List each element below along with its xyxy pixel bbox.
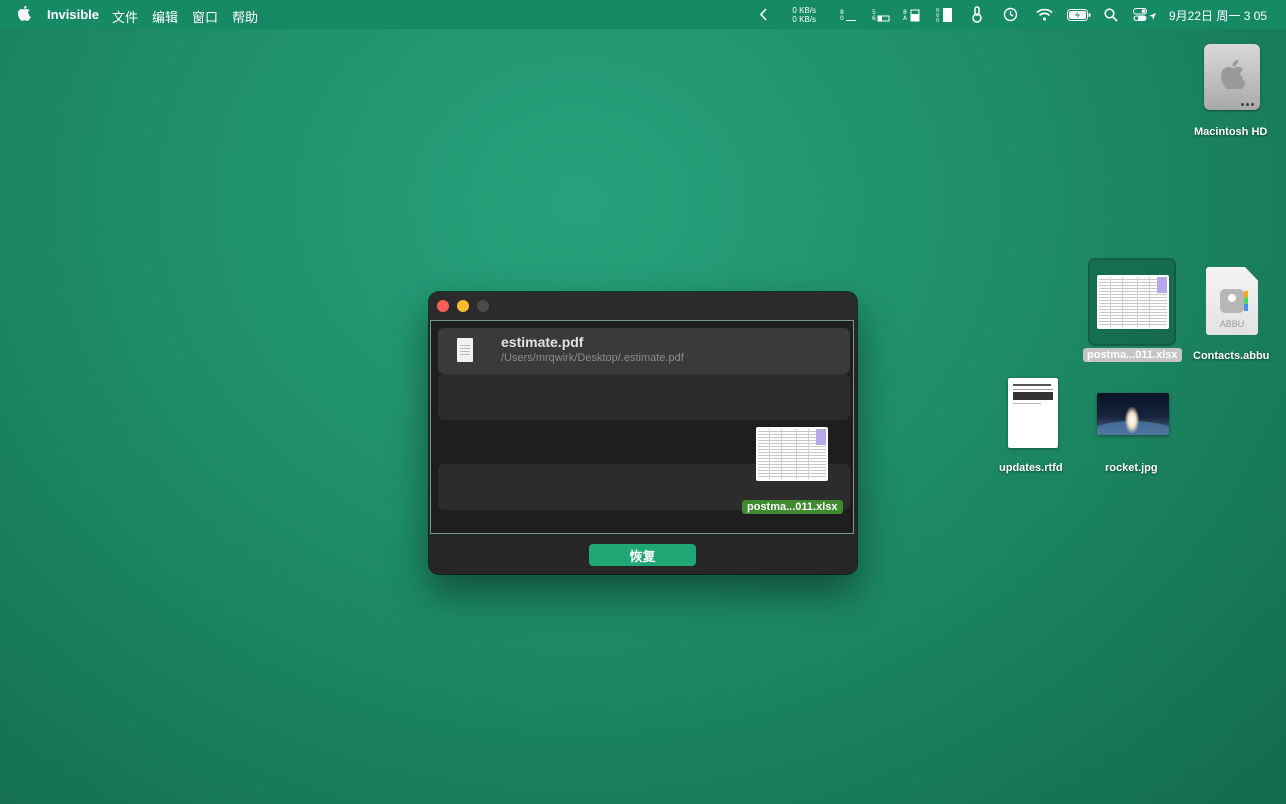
desktop-icon-label: Contacts.abbu bbox=[1193, 350, 1270, 362]
svg-text:6: 6 bbox=[872, 15, 876, 22]
window-footer: 恢复 bbox=[429, 536, 857, 574]
close-button[interactable] bbox=[437, 300, 449, 312]
apple-logo-icon bbox=[1221, 59, 1245, 89]
file-name: estimate.pdf bbox=[501, 334, 584, 350]
menu-app-name[interactable]: Invisible bbox=[47, 7, 99, 22]
wifi-icon[interactable] bbox=[1036, 8, 1053, 21]
chevron-left-icon[interactable] bbox=[759, 8, 769, 21]
svg-text:0: 0 bbox=[936, 18, 939, 23]
disk-stat-icon[interactable]: 8A bbox=[903, 7, 921, 23]
abbu-badge-text: ABBU bbox=[1219, 319, 1245, 329]
dragged-file-thumbnail-icon bbox=[756, 427, 828, 481]
list-item-empty[interactable] bbox=[438, 374, 850, 420]
contacts-archive-icon: ABBU bbox=[1206, 267, 1258, 335]
search-icon[interactable] bbox=[1104, 8, 1118, 22]
invisible-window: estimate.pdf /Users/mrqwirk/Desktop/.est… bbox=[429, 292, 857, 574]
temperature-icon[interactable] bbox=[971, 6, 983, 23]
minimize-button[interactable] bbox=[457, 300, 469, 312]
battery-stat-icon[interactable]: 000 bbox=[936, 6, 954, 23]
pdf-file-icon bbox=[457, 338, 473, 362]
hard-drive-icon bbox=[1204, 44, 1260, 110]
zoom-button[interactable] bbox=[477, 300, 489, 312]
menu-window[interactable]: 窗口 bbox=[192, 7, 218, 26]
network-speed[interactable]: 0 KB/s 0 KB/s bbox=[784, 6, 816, 24]
menu-file[interactable]: 文件 bbox=[112, 7, 138, 26]
spreadsheet-thumbnail-icon bbox=[1097, 275, 1169, 329]
svg-text:0: 0 bbox=[840, 15, 844, 22]
restore-button[interactable]: 恢复 bbox=[589, 544, 696, 566]
file-path: /Users/mrqwirk/Desktop/.estimate.pdf bbox=[501, 352, 684, 364]
image-thumbnail-icon bbox=[1097, 393, 1169, 435]
menu-bar: Invisible 文件 编辑 窗口 帮助 0 KB/s 0 KB/s 80 5… bbox=[0, 0, 1286, 29]
menu-edit[interactable]: 编辑 bbox=[152, 7, 178, 26]
menubar-clock[interactable]: 9月22日 周一 3 05 bbox=[1169, 7, 1267, 24]
desktop-icon-label: rocket.jpg bbox=[1105, 462, 1158, 474]
apple-icon[interactable] bbox=[17, 6, 31, 22]
time-machine-icon[interactable] bbox=[1003, 7, 1018, 22]
control-center-icon[interactable] bbox=[1133, 8, 1157, 22]
desktop-icon-label: Macintosh HD bbox=[1194, 126, 1268, 138]
svg-text:A: A bbox=[903, 15, 908, 22]
cpu-stat-icon[interactable]: 80 bbox=[839, 7, 857, 23]
list-item[interactable]: estimate.pdf /Users/mrqwirk/Desktop/.est… bbox=[438, 328, 850, 374]
dragged-file-label: postma...011.xlsx bbox=[742, 500, 843, 514]
memory-stat-icon[interactable]: 56 bbox=[871, 7, 891, 23]
desktop-icon-label: updates.rtfd bbox=[999, 462, 1063, 474]
desktop-icon-label: postma...011.xlsx bbox=[1083, 348, 1182, 362]
menu-help[interactable]: 帮助 bbox=[232, 7, 258, 26]
hidden-files-list[interactable]: estimate.pdf /Users/mrqwirk/Desktop/.est… bbox=[430, 320, 854, 534]
net-up-text: 0 KB/s bbox=[792, 6, 816, 15]
battery-icon[interactable] bbox=[1067, 9, 1091, 21]
rtfd-document-icon bbox=[1008, 378, 1058, 448]
title-bar[interactable] bbox=[429, 292, 857, 320]
net-down-text: 0 KB/s bbox=[792, 15, 816, 24]
